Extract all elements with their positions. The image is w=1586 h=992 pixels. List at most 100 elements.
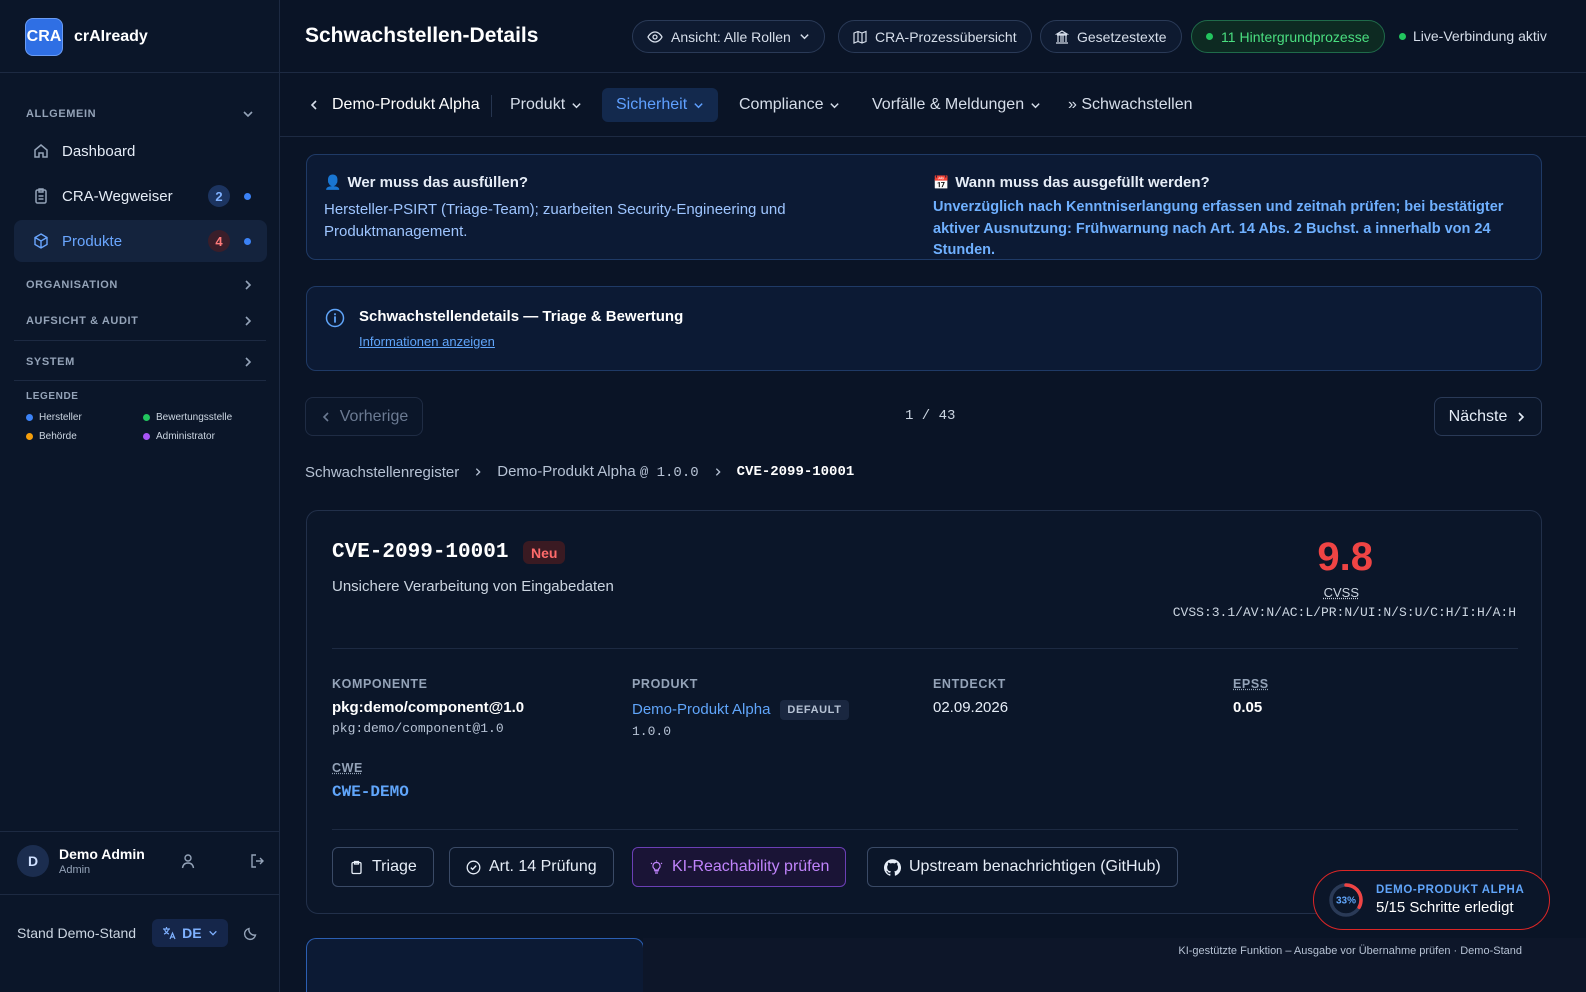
github-icon — [884, 859, 901, 876]
breadcrumb-version: @ 1.0.0 — [640, 465, 699, 481]
cve-description: Unsichere Verarbeitung von Eingabedaten — [332, 578, 614, 595]
who-block: 👤 Wer muss das ausfüllen? Hersteller-PSI… — [324, 174, 884, 243]
next-label: Nächste — [1449, 408, 1508, 426]
legend-dot — [143, 433, 150, 440]
process-overview-label: CRA-Prozessübersicht — [875, 29, 1017, 45]
cve-id: CVE-2099-10001 — [332, 541, 508, 564]
legend-dot — [26, 414, 33, 421]
who-heading: 👤 Wer muss das ausfüllen? — [324, 174, 884, 191]
section-system-label: SYSTEM — [26, 356, 75, 368]
found-value: 02.09.2026 — [933, 699, 1008, 716]
triage-button[interactable]: Triage — [332, 847, 434, 887]
cvss-vector: CVSS:3.1/AV:N/AC:L/PR:N/UI:N/S:U/C:H/I:H… — [1173, 605, 1516, 620]
chevron-right-icon — [242, 356, 254, 368]
language-select[interactable]: DE — [152, 919, 227, 947]
sidebar-item-label: Dashboard — [62, 143, 251, 160]
tab-produkt[interactable]: Produkt — [510, 88, 582, 122]
legend-label: Administrator — [156, 431, 215, 442]
section-organisation-label: ORGANISATION — [26, 279, 118, 291]
breadcrumb-register[interactable]: Schwachstellenregister — [305, 464, 459, 481]
view-role-label: Ansicht: Alle Rollen — [671, 29, 791, 45]
page-title: Schwachstellen-Details — [305, 24, 538, 48]
brand-name: crAIready — [74, 28, 148, 46]
map-icon — [853, 30, 867, 44]
prev-label: Vorherige — [340, 408, 409, 426]
progress-title: DEMO-PRODUKT ALPHA — [1376, 884, 1524, 896]
process-overview-button[interactable]: CRA-Prozessübersicht — [838, 20, 1032, 53]
chevron-right-icon — [1515, 411, 1527, 423]
avatar[interactable]: D — [17, 845, 49, 877]
status-dot — [1399, 33, 1406, 40]
view-role-select[interactable]: Ansicht: Alle Rollen — [632, 20, 825, 53]
art14-check-button[interactable]: Art. 14 Prüfung — [449, 847, 614, 887]
brand-logo: CRA — [25, 18, 63, 56]
info-title: Schwachstellendetails — Triage & Bewertu… — [359, 308, 683, 325]
background-processes-button[interactable]: 11 Hintergrundprozesse — [1191, 20, 1385, 53]
upstream-notify-button[interactable]: Upstream benachrichtigen (GitHub) — [867, 847, 1178, 887]
law-texts-label: Gesetzestexte — [1077, 29, 1167, 45]
component-purl: pkg:demo/component@1.0 — [332, 721, 504, 736]
law-texts-button[interactable]: Gesetzestexte — [1040, 20, 1182, 53]
divider — [332, 829, 1518, 830]
sidebar-item-dashboard[interactable]: Dashboard — [14, 130, 267, 172]
tab-vorfaelle[interactable]: Vorfälle & Meldungen — [872, 88, 1041, 122]
next-button[interactable]: Nächste — [1434, 397, 1542, 436]
moon-icon[interactable] — [243, 925, 259, 941]
upstream-label: Upstream benachrichtigen (GitHub) — [909, 858, 1161, 876]
tab-sicherheit[interactable]: Sicherheit — [602, 88, 718, 122]
sidebar-footer: Stand Demo-Stand DE — [17, 919, 267, 947]
divider — [332, 648, 1518, 649]
logout-icon[interactable] — [249, 852, 267, 870]
tab-label: Sicherheit — [616, 96, 687, 114]
sidebar: CRA crAIready ALLGEMEIN Dashboard CRA-We… — [0, 0, 280, 992]
when-heading: 📅 Wann muss das ausgefüllt werden? — [933, 174, 1523, 191]
onboarding-progress[interactable]: 33% DEMO-PRODUKT ALPHA 5/15 Schritte erl… — [1313, 870, 1550, 930]
live-status: Live-Verbindung aktiv — [1399, 28, 1547, 44]
cwe-label: CWE — [332, 761, 363, 775]
chevron-down-icon — [1030, 100, 1041, 111]
breadcrumb-product-name: Demo-Produkt Alpha — [497, 463, 635, 480]
chevron-down-icon — [571, 100, 582, 111]
component-label: KOMPONENTE — [332, 677, 428, 691]
section-system[interactable]: SYSTEM — [26, 356, 254, 368]
user-role: Admin — [59, 864, 179, 876]
clipboard-icon — [32, 187, 50, 205]
sidebar-item-cra-wegweiser[interactable]: CRA-Wegweiser 2 — [14, 175, 267, 217]
sidebar-item-label: Produkte — [62, 233, 208, 250]
tab-label: Vorfälle & Meldungen — [872, 96, 1024, 114]
brand[interactable]: CRA crAIready — [25, 18, 148, 56]
product-field: Demo-Produkt Alpha DEFAULT — [632, 700, 849, 720]
cwe-link[interactable]: CWE-DEMO — [332, 783, 409, 801]
section-organisation[interactable]: ORGANISATION — [26, 279, 254, 291]
sidebar-item-label: CRA-Wegweiser — [62, 188, 208, 205]
tab-compliance[interactable]: Compliance — [739, 88, 840, 122]
legend-label: Behörde — [39, 431, 77, 442]
back-to-product[interactable]: Demo-Produkt Alpha — [308, 88, 480, 122]
live-label: Live-Verbindung aktiv — [1413, 28, 1547, 44]
crumb-schwachstellen[interactable]: » Schwachstellen — [1068, 88, 1193, 122]
sidebar-divider — [0, 72, 280, 73]
section-aufsicht[interactable]: AUFSICHT & AUDIT — [26, 315, 254, 327]
breadcrumb-product[interactable]: Demo-Produkt Alpha @ 1.0.0 — [497, 463, 698, 481]
legend-administrator: Administrator — [143, 431, 215, 442]
eye-icon — [647, 29, 663, 45]
topbar: Schwachstellen-Details Ansicht: Alle Rol… — [280, 0, 1586, 73]
component-value: pkg:demo/component@1.0 — [332, 699, 524, 716]
chevron-down-icon — [799, 31, 810, 42]
section-allgemein[interactable]: ALLGEMEIN — [26, 108, 254, 120]
product-subnav: Demo-Produkt Alpha Produkt Sicherheit Co… — [280, 73, 1586, 137]
info-link[interactable]: Informationen anzeigen — [359, 334, 495, 349]
sidebar-item-produkte[interactable]: Produkte 4 — [14, 220, 267, 262]
legend-dot — [26, 433, 33, 440]
when-text: Unverzüglich nach Kenntniserlangung erfa… — [933, 197, 1523, 262]
product-version: 1.0.0 — [632, 724, 671, 739]
epss-value: 0.05 — [1233, 699, 1262, 716]
product-link[interactable]: Demo-Produkt Alpha — [632, 701, 770, 718]
prev-button[interactable]: Vorherige — [305, 397, 423, 436]
ki-reachability-button[interactable]: KI-Reachability prüfen — [632, 847, 846, 887]
box-icon — [32, 232, 50, 250]
section-allgemein-label: ALLGEMEIN — [26, 108, 96, 120]
breadcrumb: Schwachstellenregister Demo-Produkt Alph… — [305, 463, 854, 481]
breadcrumb-current: CVE-2099-10001 — [737, 464, 855, 480]
user-icon[interactable] — [179, 852, 197, 870]
